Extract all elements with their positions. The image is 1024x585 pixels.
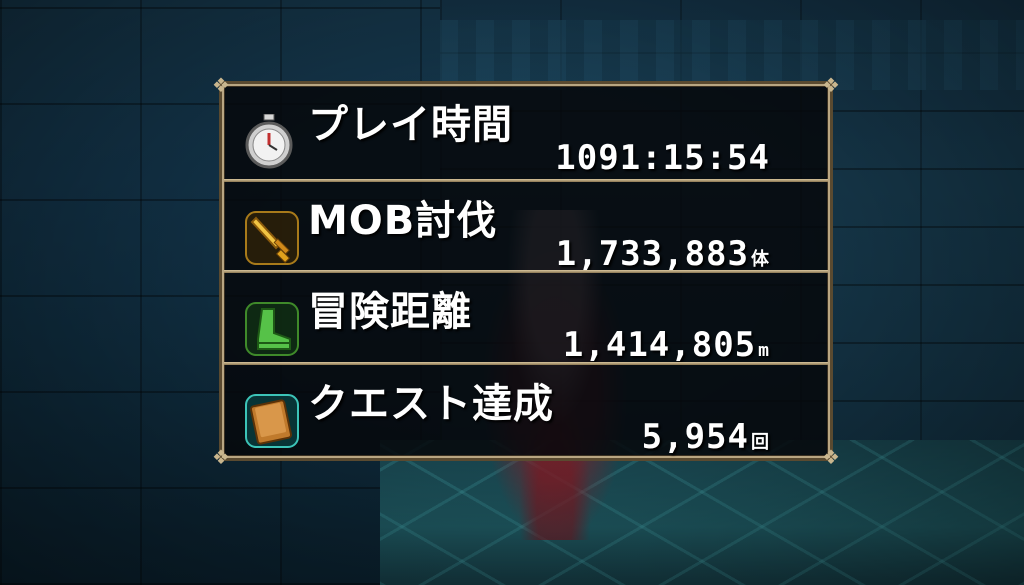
stat-row-play-time: プレイ時間 1091:15:54 [224,86,828,178]
stat-label: プレイ時間 [308,102,513,148]
stat-unit: m [758,340,770,361]
stat-unit: 回 [751,432,770,453]
stat-number: 1,733,883 [555,234,749,274]
play-stats-panel: ❖ ❖ ❖ ❖ プレイ時間 1091:15:54 MOB討伐 1,733,883… [212,74,840,468]
stat-label: MOB討伐 [308,198,498,244]
stat-value: 1091:15:54 [555,138,770,178]
stat-number: 5,954 [641,417,749,457]
stat-label: クエスト達成 [308,381,554,427]
book-icon [244,393,299,448]
stat-unit: 体 [751,249,770,270]
stat-value: 1,414,805 m [563,325,770,365]
stat-number: 1091:15:54 [555,138,770,178]
stat-row-quests: クエスト達成 5,954 回 [224,365,828,457]
sword-icon [244,210,299,265]
stat-row-distance: 冒険距離 1,414,805 m [224,273,828,365]
stat-value: 1,733,883 体 [556,234,770,274]
boot-icon [244,301,299,356]
stopwatch-icon [244,113,294,169]
stat-label: 冒険距離 [308,289,472,335]
stat-row-mob-kills: MOB討伐 1,733,883 体 [224,182,828,274]
stat-number: 1,414,805 [562,325,757,365]
stat-value: 5,954 回 [642,417,770,457]
